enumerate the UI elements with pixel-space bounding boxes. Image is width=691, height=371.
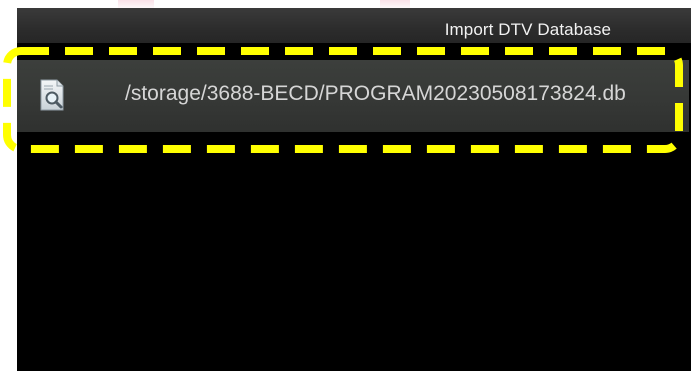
dialog-title-bar: Import DTV Database (17, 8, 691, 43)
file-path-label: /storage/3688-BECD/PROGRAM20230508173824… (125, 82, 626, 105)
dialog-title: Import DTV Database (444, 20, 611, 39)
file-list-item[interactable]: /storage/3688-BECD/PROGRAM20230508173824… (17, 60, 689, 132)
tv-import-screen: Import DTV Database /storage/3688-BECD/P… (0, 0, 691, 371)
file-search-icon (39, 79, 65, 111)
